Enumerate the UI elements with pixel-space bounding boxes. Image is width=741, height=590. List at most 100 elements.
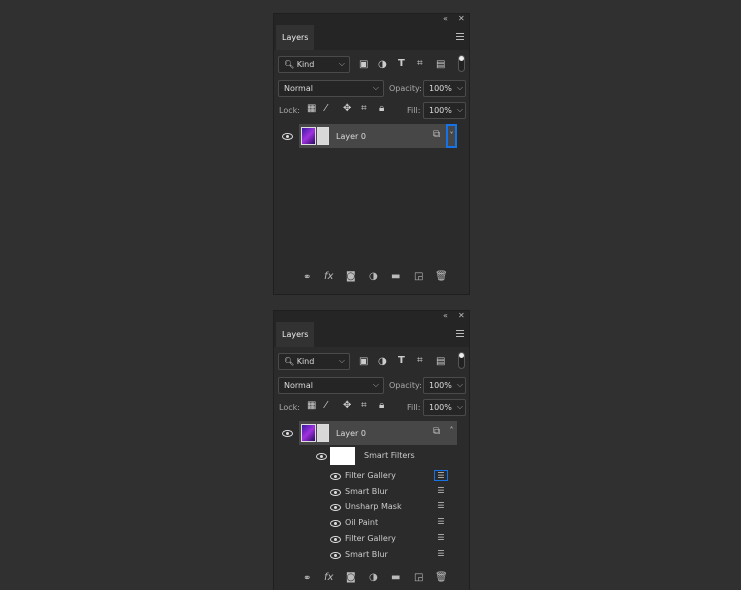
lock-move-icon[interactable]: ✥ bbox=[343, 104, 351, 114]
close-icon[interactable]: ✕ bbox=[458, 311, 465, 320]
filter-kind-select[interactable]: 🔍︎ Kind ⌵ bbox=[278, 56, 350, 73]
blending-options-icon[interactable]: ☰ bbox=[434, 533, 448, 544]
filter-toggle[interactable] bbox=[458, 352, 465, 369]
lock-label: Lock: bbox=[279, 403, 300, 412]
smart-object-icon bbox=[317, 127, 329, 145]
pixel-filter-icon[interactable]: ▣ bbox=[359, 60, 368, 70]
blend-mode-value: Normal bbox=[284, 381, 313, 390]
fill-input[interactable]: 100% ⌵ bbox=[423, 399, 466, 416]
lock-artboard-icon[interactable]: ⌗ bbox=[361, 401, 367, 411]
opacity-input[interactable]: 100% ⌵ bbox=[423, 80, 466, 97]
filter-item[interactable]: Filter Gallery bbox=[345, 534, 396, 543]
filter-kind-select[interactable]: 🔍︎ Kind ⌵ bbox=[278, 353, 350, 370]
new-group-icon[interactable]: ▬ bbox=[391, 272, 400, 282]
blending-options-icon[interactable]: ☰ bbox=[434, 501, 448, 512]
shape-filter-icon[interactable]: ⌗ bbox=[417, 59, 423, 69]
search-icon: 🔍︎ bbox=[284, 357, 295, 366]
filter-eye-icon[interactable] bbox=[330, 488, 341, 496]
collapse-effects-icon[interactable]: ˄ bbox=[446, 421, 457, 445]
opacity-input[interactable]: 100% ⌵ bbox=[423, 377, 466, 394]
lock-transparent-icon[interactable]: ▦ bbox=[307, 104, 316, 114]
filter-eye-icon[interactable] bbox=[330, 473, 341, 480]
panel-menu-icon[interactable] bbox=[456, 330, 464, 337]
filter-item[interactable]: Oil Paint bbox=[345, 518, 378, 527]
lock-all-icon[interactable]: 🔒︎ bbox=[379, 401, 384, 411]
new-group-icon[interactable]: ▬ bbox=[391, 573, 400, 583]
layer-thumbnail bbox=[301, 127, 316, 145]
filter-eye-icon[interactable] bbox=[330, 504, 341, 512]
fx-icon[interactable]: fx bbox=[324, 573, 333, 583]
delete-layer-icon[interactable]: 🗑︎ bbox=[435, 573, 448, 583]
lock-all-icon[interactable]: 🔒︎ bbox=[379, 104, 384, 114]
adjustment-layer-icon[interactable]: ◑ bbox=[369, 272, 378, 282]
filter-item[interactable]: Unsharp Mask bbox=[345, 502, 402, 511]
filter-eye-icon[interactable] bbox=[330, 535, 341, 543]
pixel-filter-icon[interactable]: ▣ bbox=[359, 357, 368, 367]
collapse-icon[interactable]: « bbox=[443, 14, 448, 23]
filter-mask-thumbnail[interactable] bbox=[330, 447, 355, 465]
new-layer-icon[interactable]: ◲ bbox=[414, 272, 423, 282]
delete-layer-icon[interactable]: 🗑︎ bbox=[435, 272, 448, 282]
lock-artboard-icon[interactable]: ⌗ bbox=[361, 104, 367, 114]
fill-value: 100% bbox=[429, 403, 452, 412]
fx-icon[interactable]: fx bbox=[324, 272, 333, 282]
new-layer-icon[interactable]: ◲ bbox=[414, 573, 423, 583]
panel-menu-icon[interactable] bbox=[456, 33, 464, 40]
collapse-icon[interactable]: « bbox=[443, 311, 448, 320]
blending-options-icon[interactable]: ☰ bbox=[434, 549, 448, 560]
search-icon: 🔍︎ bbox=[284, 60, 295, 69]
link-layers-icon[interactable]: ⚭ bbox=[303, 273, 311, 283]
layer-row[interactable]: Layer 0 ⧉ bbox=[299, 421, 457, 445]
smart-filter-indicator-icon: ⧉ bbox=[433, 426, 441, 437]
blending-options-icon[interactable]: ☰ bbox=[434, 486, 448, 497]
layer-row[interactable]: Layer 0 ⧉ bbox=[299, 124, 457, 148]
fill-value: 100% bbox=[429, 106, 452, 115]
add-mask-icon[interactable]: ◙ bbox=[346, 573, 356, 583]
type-filter-icon[interactable]: T bbox=[398, 59, 405, 69]
add-mask-icon[interactable]: ◙ bbox=[346, 272, 356, 282]
lock-brush-icon[interactable]: ⁄ bbox=[325, 104, 327, 114]
filter-eye-icon[interactable] bbox=[330, 520, 341, 528]
close-icon[interactable]: ✕ bbox=[458, 14, 465, 23]
opacity-label: Opacity: bbox=[389, 84, 422, 93]
tab-layers[interactable]: Layers bbox=[276, 322, 314, 347]
filter-eye-icon[interactable] bbox=[330, 551, 341, 559]
chevron-down-icon[interactable]: ⌵ bbox=[457, 380, 463, 390]
filter-toggle[interactable] bbox=[458, 55, 465, 72]
smart-object-icon bbox=[317, 424, 329, 442]
smart-object-filter-icon[interactable]: ▤ bbox=[436, 357, 445, 367]
lock-brush-icon[interactable]: ⁄ bbox=[325, 401, 327, 411]
visibility-eye-icon[interactable] bbox=[282, 430, 293, 437]
blend-mode-select[interactable]: Normal ⌵ bbox=[278, 80, 384, 97]
adjustment-filter-icon[interactable]: ◑ bbox=[378, 357, 387, 367]
chevron-down-icon: ⌵ bbox=[338, 59, 345, 68]
type-filter-icon[interactable]: T bbox=[398, 356, 405, 366]
filter-item[interactable]: Smart Blur bbox=[345, 550, 388, 559]
fill-input[interactable]: 100% ⌵ bbox=[423, 102, 466, 119]
smart-object-filter-icon[interactable]: ▤ bbox=[436, 60, 445, 70]
panel-footer: ⚭ fx ◙ ◑ ▬ ◲ 🗑︎ bbox=[274, 570, 469, 590]
adjustment-layer-icon[interactable]: ◑ bbox=[369, 573, 378, 583]
blend-mode-select[interactable]: Normal ⌵ bbox=[278, 377, 384, 394]
opacity-value: 100% bbox=[429, 381, 452, 390]
filter-item[interactable]: Filter Gallery bbox=[345, 471, 396, 480]
lock-move-icon[interactable]: ✥ bbox=[343, 401, 351, 411]
adjustment-filter-icon[interactable]: ◑ bbox=[378, 60, 387, 70]
blending-options-icon[interactable]: ☰ bbox=[434, 517, 448, 528]
expand-effects-icon[interactable]: ˅ bbox=[446, 124, 457, 148]
tab-layers[interactable]: Layers bbox=[276, 25, 314, 50]
filter-item[interactable]: Smart Blur bbox=[345, 487, 388, 496]
opacity-label: Opacity: bbox=[389, 381, 422, 390]
blending-options-icon[interactable]: ☰ bbox=[434, 470, 448, 481]
chevron-down-icon[interactable]: ⌵ bbox=[457, 105, 463, 115]
fill-label: Fill: bbox=[407, 403, 421, 412]
smart-filters-label: Smart Filters bbox=[364, 451, 415, 460]
chevron-down-icon[interactable]: ⌵ bbox=[457, 83, 463, 93]
lock-transparent-icon[interactable]: ▦ bbox=[307, 401, 316, 411]
shape-filter-icon[interactable]: ⌗ bbox=[417, 356, 423, 366]
visibility-eye-icon[interactable] bbox=[282, 133, 293, 140]
blend-mode-value: Normal bbox=[284, 84, 313, 93]
smart-filters-eye-icon[interactable] bbox=[316, 453, 327, 460]
chevron-down-icon: ⌵ bbox=[372, 83, 379, 92]
chevron-down-icon[interactable]: ⌵ bbox=[457, 402, 463, 412]
